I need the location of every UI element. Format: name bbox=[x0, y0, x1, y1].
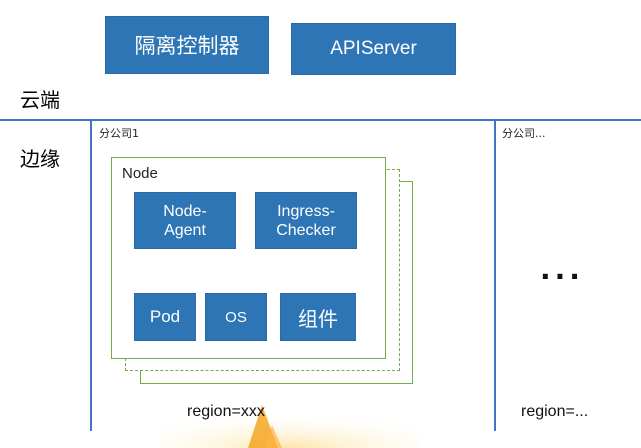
node-title: Node bbox=[122, 165, 158, 182]
branch1-region-label: region=xxx bbox=[187, 403, 265, 420]
branch-more-title: 分公司... bbox=[502, 127, 546, 140]
node-agent-box: Node- Agent bbox=[134, 192, 236, 249]
branch1-title: 分公司1 bbox=[99, 127, 139, 140]
apiserver-box: APIServer bbox=[291, 23, 456, 75]
os-box: OS bbox=[205, 293, 267, 341]
edge-label-divider bbox=[90, 119, 92, 431]
edge-label: 边缘 bbox=[20, 147, 60, 171]
branch-more-region-label: region=... bbox=[521, 403, 589, 420]
component-box: 组件 bbox=[280, 293, 356, 341]
cloud-label: 云端 bbox=[20, 88, 60, 112]
pod-box: Pod bbox=[134, 293, 196, 341]
cloud-edge-divider bbox=[0, 119, 641, 121]
more-branches-ellipsis: ... bbox=[540, 253, 584, 286]
isolation-controller-box: 隔离控制器 bbox=[105, 16, 269, 74]
branch-divider bbox=[494, 119, 496, 431]
ingress-checker-box: Ingress- Checker bbox=[255, 192, 357, 249]
